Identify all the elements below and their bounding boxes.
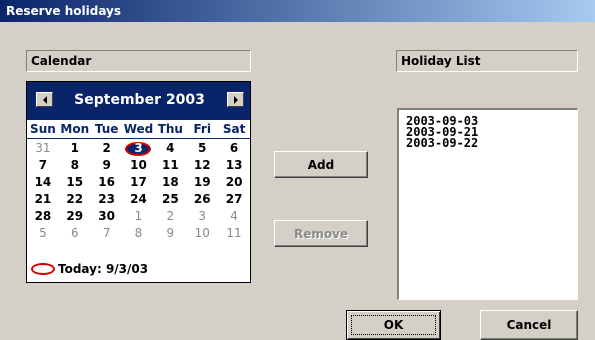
day-number: 3 [134, 141, 143, 155]
day-cell[interactable]: 17 [123, 174, 155, 191]
day-cell[interactable]: 12 [186, 157, 218, 174]
weekday-fri: Fri [193, 122, 211, 136]
arrow-right-icon [233, 95, 238, 104]
today-link[interactable]: Today: 9/3/03 [31, 260, 148, 278]
day-cell[interactable]: 21 [27, 191, 59, 208]
day-cell[interactable]: 10 [123, 157, 155, 174]
day-cell[interactable]: 23 [91, 191, 123, 208]
day-cell-selected[interactable]: 3 [123, 140, 155, 157]
calendar[interactable]: September 2003 Sun Mon Tue Wed Thu Fri Sat 31 1… [26, 81, 251, 283]
day-cell[interactable]: 15 [59, 174, 91, 191]
weekday-thu: Thu [157, 122, 183, 136]
day-cell[interactable]: 11 [218, 225, 250, 242]
day-cell[interactable]: 16 [91, 174, 123, 191]
ok-button[interactable]: OK [346, 310, 441, 340]
today-label: Today: 9/3/03 [58, 262, 149, 276]
day-cell[interactable]: 7 [27, 157, 59, 174]
day-cell[interactable]: 31 [27, 140, 59, 157]
month-title: September 2003 [74, 92, 205, 108]
day-cell[interactable]: 28 [27, 208, 59, 225]
holiday-list[interactable]: 2003-09-03 2003-09-21 2003-09-22 [397, 108, 578, 300]
remove-button[interactable]: Remove [274, 220, 368, 247]
day-cell[interactable]: 6 [218, 140, 250, 157]
day-cell[interactable]: 6 [59, 225, 91, 242]
list-item[interactable]: 2003-09-22 [406, 137, 577, 149]
day-cell[interactable]: 26 [186, 191, 218, 208]
day-cell[interactable]: 10 [186, 225, 218, 242]
day-cell[interactable]: 24 [123, 191, 155, 208]
day-cell[interactable]: 4 [218, 208, 250, 225]
weekday-tue: Tue [94, 122, 119, 136]
day-cell[interactable]: 3 [186, 208, 218, 225]
arrow-left-icon [42, 95, 47, 104]
previous-month-button[interactable] [36, 92, 53, 107]
day-cell[interactable]: 1 [59, 140, 91, 157]
day-cell[interactable]: 1 [123, 208, 155, 225]
day-cell[interactable]: 22 [59, 191, 91, 208]
weekday-header: Sun Mon Tue Wed Thu Fri Sat [27, 120, 250, 139]
day-cell[interactable]: 5 [27, 225, 59, 242]
day-cell[interactable]: 9 [154, 225, 186, 242]
day-cell[interactable]: 2 [91, 140, 123, 157]
day-cell[interactable]: 27 [218, 191, 250, 208]
day-cell[interactable]: 19 [186, 174, 218, 191]
day-cell[interactable]: 5 [186, 140, 218, 157]
day-cell[interactable]: 14 [27, 174, 59, 191]
add-button[interactable]: Add [274, 151, 368, 178]
dialog-body: Calendar September 2003 Sun Mon Tue Wed Thu F… [0, 22, 595, 340]
window-title: Reserve holidays [0, 0, 595, 22]
day-cell[interactable]: 2 [154, 208, 186, 225]
day-cell[interactable]: 30 [91, 208, 123, 225]
day-cell[interactable]: 7 [91, 225, 123, 242]
day-cell[interactable]: 11 [154, 157, 186, 174]
day-cell[interactable]: 8 [123, 225, 155, 242]
weekday-sun: Sun [30, 122, 56, 136]
weekday-wed: Wed [123, 122, 154, 136]
focus-rect [351, 315, 436, 335]
red-circle-annotation [31, 263, 55, 275]
day-cell[interactable]: 25 [154, 191, 186, 208]
day-cell[interactable]: 20 [218, 174, 250, 191]
cancel-button[interactable]: Cancel [480, 310, 578, 340]
days-grid: 31 1 2 3 4 5 6 7 8 9 10 11 12 13 14 15 16 17 18 19 20 21 22 23 2… [27, 140, 250, 260]
holiday-list-label: Holiday List [396, 50, 578, 72]
day-cell[interactable]: 13 [218, 157, 250, 174]
day-cell[interactable]: 29 [59, 208, 91, 225]
day-cell[interactable]: 9 [91, 157, 123, 174]
calendar-label: Calendar [26, 50, 251, 72]
calendar-header: September 2003 [27, 82, 250, 120]
next-month-button[interactable] [227, 92, 244, 107]
day-cell[interactable]: 8 [59, 157, 91, 174]
day-cell[interactable]: 18 [154, 174, 186, 191]
day-cell[interactable]: 4 [154, 140, 186, 157]
weekday-mon: Mon [60, 122, 90, 136]
weekday-sat: Sat [222, 122, 246, 136]
